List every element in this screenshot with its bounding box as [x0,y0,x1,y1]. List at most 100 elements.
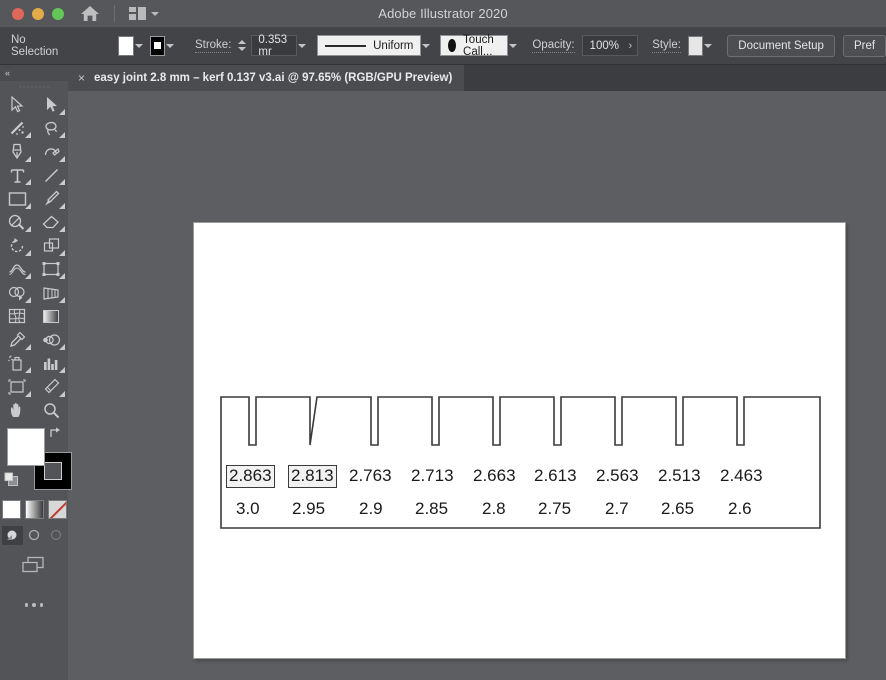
stroke-weight-dropdown-button[interactable] [297,36,307,56]
kerf-label[interactable]: 2.763 [349,466,392,486]
size-label[interactable]: 2.85 [415,499,448,519]
size-label[interactable]: 2.95 [292,499,325,519]
stroke-dropdown-button[interactable] [165,36,175,56]
stroke-weight-stepper[interactable] [238,36,247,56]
change-screen-mode-button[interactable] [0,555,68,575]
shaper-tool[interactable] [0,211,34,235]
type-tool[interactable] [0,164,34,188]
drawing-mode-buttons [0,526,68,545]
selection-tool[interactable] [0,93,34,117]
collapse-panel-icon[interactable]: « [5,68,10,78]
size-label[interactable]: 2.6 [728,499,752,519]
mesh-tool[interactable] [0,305,34,329]
lasso-tool[interactable] [34,117,68,141]
gradient-tool[interactable] [34,305,68,329]
rotate-tool[interactable] [0,234,34,258]
width-tool[interactable] [0,258,34,282]
eraser-tool[interactable] [34,211,68,235]
draw-behind-button[interactable] [24,526,45,545]
tools-panel-header[interactable]: « [0,65,68,81]
graphic-style-swatch[interactable] [687,35,704,56]
zoom-tool[interactable] [34,399,68,423]
symbol-sprayer-tool[interactable] [0,352,34,376]
paintbrush-tool[interactable] [34,187,68,211]
opacity-options-icon[interactable]: › [629,40,633,52]
stepper-up-icon [238,40,247,44]
scale-tool[interactable] [34,234,68,258]
arrange-documents-button[interactable] [129,7,159,20]
document-tab-bar: × easy joint 2.8 mm – kerf 0.137 v3.ai @… [68,65,886,91]
kerf-label[interactable]: 2.713 [411,466,454,486]
stroke-profile-select[interactable]: Uniform [317,35,422,56]
kerf-test-artwork[interactable] [194,223,847,660]
fill-stroke-controls [0,426,72,498]
artboard[interactable]: 2.863 2.813 2.763 2.713 2.663 2.613 2.56… [193,222,846,659]
rectangle-tool[interactable] [0,187,34,211]
stroke-weight-input[interactable]: 0.353 mr [251,34,298,58]
kerf-label[interactable]: 2.463 [720,466,763,486]
chevron-down-icon [298,43,307,48]
curvature-tool[interactable] [34,140,68,164]
size-label[interactable]: 2.7 [605,499,629,519]
fill-dropdown-button[interactable] [134,36,144,56]
chevron-down-icon [165,43,174,48]
canvas-area[interactable]: 2.863 2.813 2.763 2.713 2.663 2.613 2.56… [68,91,886,680]
magic-wand-tool[interactable] [0,117,34,141]
graphic-style-dropdown-button[interactable] [703,36,713,56]
window-controls[interactable] [12,7,64,20]
column-graph-tool[interactable] [34,352,68,376]
home-icon[interactable] [80,4,100,24]
toolbar-divider [114,5,115,22]
gradient-mode-button[interactable] [24,500,44,519]
kerf-label[interactable]: 2.513 [658,466,701,486]
color-mode-button[interactable] [1,500,21,519]
brush-definition-dropdown-button[interactable] [508,36,518,56]
size-label[interactable]: 2.9 [359,499,383,519]
default-fill-stroke-icon[interactable] [4,472,19,492]
draw-normal-button[interactable] [1,526,23,545]
close-window-button[interactable] [12,7,24,20]
hand-tool[interactable] [0,399,34,423]
perspective-grid-tool[interactable] [34,281,68,305]
size-label[interactable]: 2.75 [538,499,571,519]
slice-tool[interactable] [34,375,68,399]
draw-inside-button[interactable] [46,526,67,545]
none-mode-button[interactable] [47,500,67,519]
minimize-window-button[interactable] [32,7,44,20]
stroke-profile-dropdown-button[interactable] [421,36,431,56]
direct-selection-tool[interactable] [34,93,68,117]
size-label[interactable]: 2.8 [482,499,506,519]
more-tools-button[interactable] [0,603,68,607]
stepper-down-icon [238,47,247,51]
fill-color-indicator[interactable] [7,428,45,466]
free-transform-tool[interactable] [34,258,68,282]
size-label[interactable]: 3.0 [236,499,260,519]
kerf-label[interactable]: 2.613 [534,466,577,486]
opacity-input[interactable]: 100% › [581,35,639,56]
document-setup-button[interactable]: Document Setup [727,34,835,57]
swap-fill-stroke-icon[interactable] [48,426,62,445]
maximize-window-button[interactable] [52,7,64,20]
chevron-down-icon [134,43,143,48]
fill-color-swatch[interactable] [118,35,134,56]
paint-mode-buttons [0,500,68,519]
tools-panel-drag-handle[interactable] [0,81,68,93]
shape-builder-tool[interactable] [0,281,34,305]
close-icon[interactable]: × [78,72,85,84]
kerf-label[interactable]: 2.863 [226,465,275,488]
stroke-color-swatch[interactable] [149,35,165,56]
chevron-down-icon [704,43,713,48]
line-segment-tool[interactable] [34,164,68,188]
blend-tool[interactable] [34,328,68,352]
size-label[interactable]: 2.65 [661,499,694,519]
document-tab[interactable]: × easy joint 2.8 mm – kerf 0.137 v3.ai @… [68,65,465,91]
kerf-label[interactable]: 2.813 [288,465,337,488]
pen-tool[interactable] [0,140,34,164]
brush-definition-select[interactable]: Touch Call... [440,34,509,58]
artboard-tool[interactable] [0,375,34,399]
stroke-label: Stroke: [194,38,232,53]
eyedropper-tool[interactable] [0,328,34,352]
preferences-button[interactable]: Pref [842,34,886,57]
kerf-label[interactable]: 2.663 [473,466,516,486]
kerf-label[interactable]: 2.563 [596,466,639,486]
